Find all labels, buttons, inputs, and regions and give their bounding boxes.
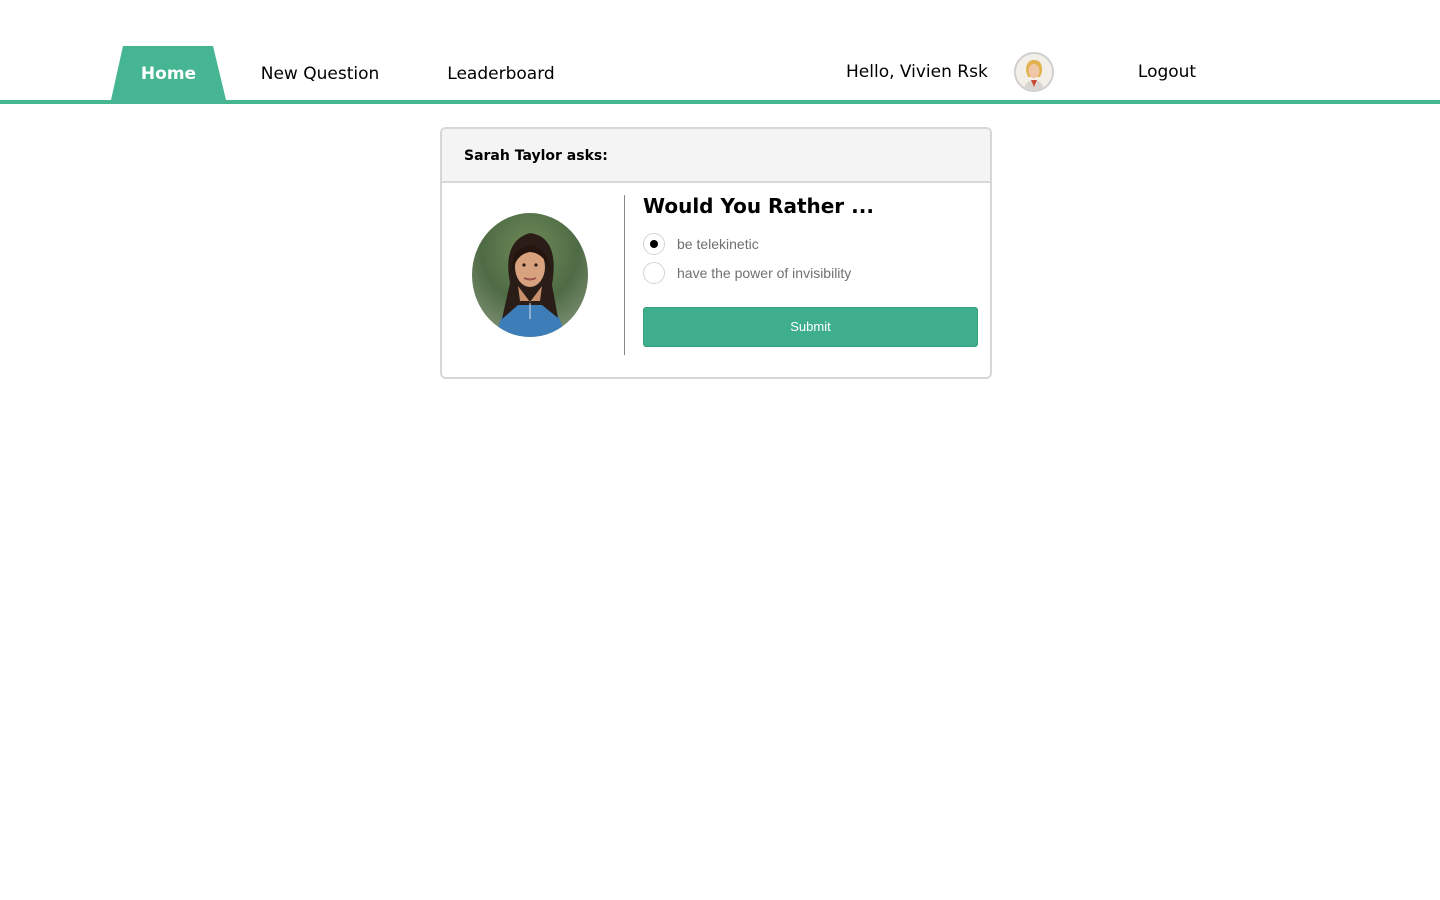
option-2-radio[interactable]: [643, 262, 665, 284]
tab-new-question-label: New Question: [260, 64, 380, 84]
question-title: Would You Rather ...: [643, 194, 874, 218]
question-card-header: Sarah Taylor asks:: [442, 129, 990, 183]
tab-new-question[interactable]: New Question: [250, 46, 390, 100]
tab-leaderboard[interactable]: Leaderboard: [436, 46, 566, 100]
asker-avatar-image: [472, 213, 588, 337]
tab-leaderboard-label: Leaderboard: [447, 64, 555, 84]
top-navigation: Home New Question Leaderboard Hello, Viv…: [0, 0, 1440, 104]
submit-button[interactable]: Submit: [643, 307, 978, 347]
user-greeting: Hello, Vivien Rsk: [846, 62, 988, 82]
card-divider: [624, 195, 625, 355]
question-card: Sarah Taylor asks: Would You Rather ... …: [440, 127, 992, 379]
asker-avatar: [472, 213, 588, 337]
nav-underline: [0, 100, 1440, 104]
logout-link[interactable]: Logout: [1130, 58, 1204, 86]
user-avatar-image: [1016, 54, 1052, 90]
tab-home[interactable]: Home: [111, 46, 226, 100]
option-2-label: have the power of invisibility: [677, 265, 852, 281]
option-1-label: be telekinetic: [677, 236, 759, 252]
option-1-radio[interactable]: [643, 233, 665, 255]
asker-name: Sarah Taylor asks:: [464, 148, 608, 164]
user-avatar: [1014, 52, 1054, 92]
tab-home-label: Home: [140, 64, 197, 84]
